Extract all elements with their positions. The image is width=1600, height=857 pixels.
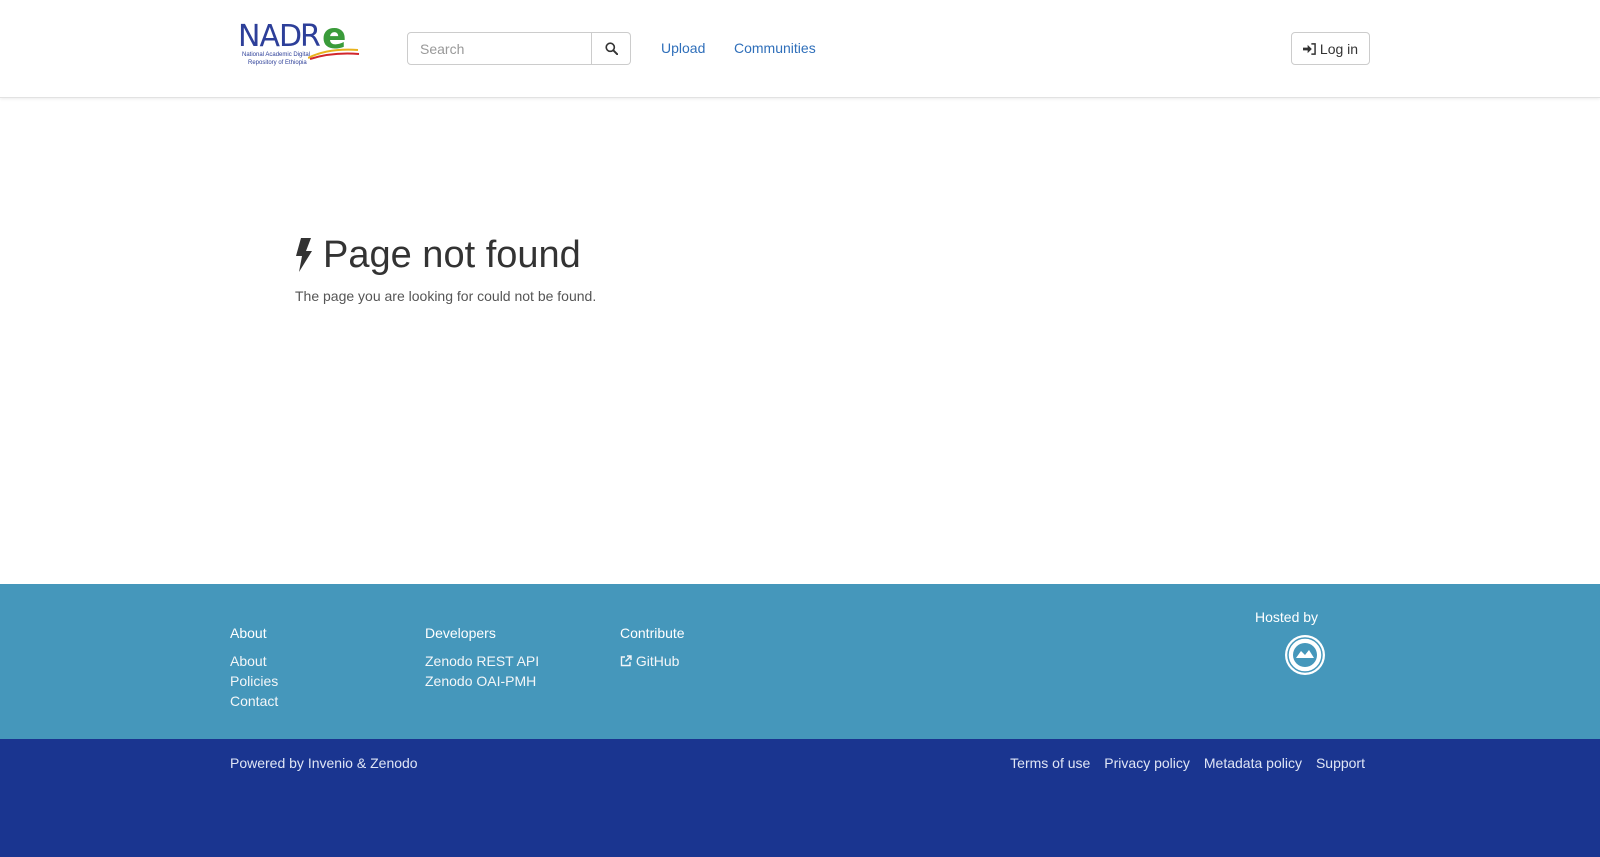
support-link[interactable]: Support (1316, 755, 1365, 771)
top-navbar: NAD R e National Academic Digital Reposi… (0, 0, 1600, 98)
footer-column-contribute: Contribute GitHub (620, 624, 685, 671)
footer-heading: Contribute (620, 625, 685, 641)
login-button[interactable]: Log in (1291, 32, 1370, 65)
footer-heading: Developers (425, 625, 496, 641)
university-seal-icon[interactable] (1284, 634, 1326, 676)
metadata-policy-link[interactable]: Metadata policy (1204, 755, 1302, 771)
footer-link-rest-api[interactable]: Zenodo REST API (425, 653, 539, 669)
error-heading: Page not found (295, 232, 581, 278)
external-link-icon (620, 655, 632, 667)
logo-subtitle-line2: Repository of Ethiopia (248, 60, 307, 66)
footer-link-github[interactable]: GitHub (620, 653, 679, 669)
hosted-by-label: Hosted by (1255, 609, 1319, 625)
terms-of-use-link[interactable]: Terms of use (1010, 755, 1090, 771)
nav-communities-link[interactable]: Communities (734, 39, 816, 57)
bolt-icon (296, 238, 312, 272)
sign-in-icon (1302, 42, 1316, 55)
logo-wordmark: NAD (238, 19, 302, 54)
powered-by-prefix: Powered by (230, 755, 304, 771)
search-icon (604, 42, 618, 55)
nav-upload-link[interactable]: Upload (661, 39, 705, 57)
zenodo-link[interactable]: Zenodo (370, 755, 417, 771)
search-button[interactable] (592, 32, 631, 65)
footer-link-policies[interactable]: Policies (230, 673, 278, 689)
footer-heading: About (230, 625, 267, 641)
site-logo[interactable]: NAD R e National Academic Digital Reposi… (238, 19, 362, 70)
powered-by: Powered by Invenio & Zenodo (230, 755, 418, 771)
legal-links: Terms of use Privacy policy Metadata pol… (1010, 755, 1365, 771)
search-input[interactable] (407, 32, 592, 65)
footer-bottom: Powered by Invenio & Zenodo Terms of use… (0, 739, 1600, 857)
footer-link-contact[interactable]: Contact (230, 693, 278, 709)
footer-link-about[interactable]: About (230, 653, 267, 669)
powered-by-ampersand: & (356, 755, 367, 771)
error-message: The page you are looking for could not b… (295, 288, 597, 304)
login-label: Log in (1319, 40, 1359, 57)
footer-column-developers: Developers Zenodo REST API Zenodo OAI-PM… (425, 624, 539, 691)
github-label: GitHub (635, 653, 680, 669)
logo-subtitle-line1: National Academic Digital (242, 52, 311, 58)
footer-column-about: About About Policies Contact (230, 624, 278, 711)
logo-swoosh-icon (308, 48, 360, 60)
privacy-policy-link[interactable]: Privacy policy (1104, 755, 1190, 771)
invenio-link[interactable]: Invenio (308, 755, 353, 771)
footer-top: About About Policies Contact Developers … (0, 584, 1600, 739)
footer-link-oai-pmh[interactable]: Zenodo OAI-PMH (425, 673, 536, 689)
page-title: Page not found (323, 234, 581, 276)
